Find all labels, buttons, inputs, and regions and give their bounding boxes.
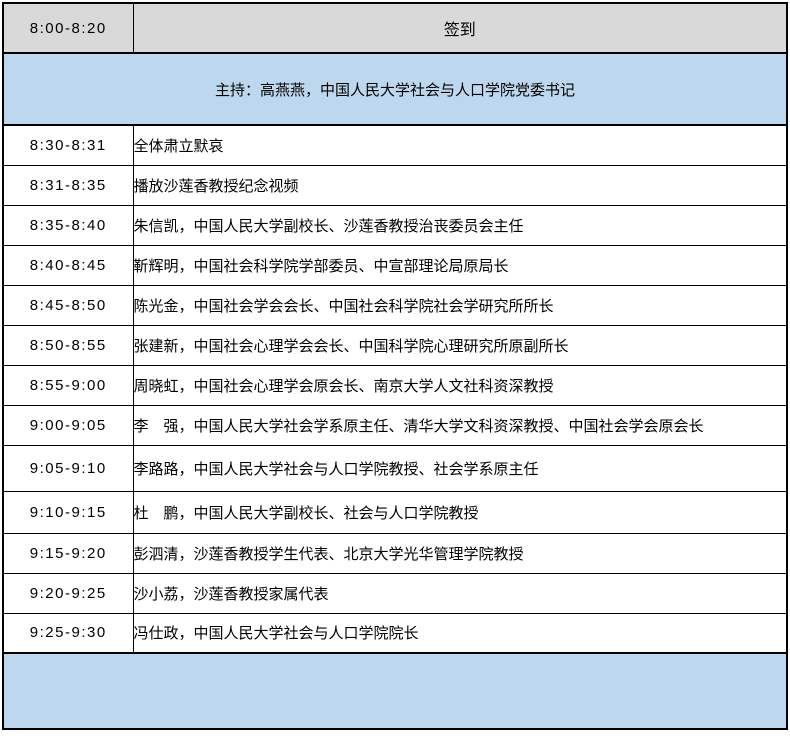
desc-cell: 朱信凯，中国人民大学副校长、沙莲香教授治丧委员会主任: [133, 205, 787, 245]
footer-spacer-row: [3, 653, 787, 729]
time-cell: 8:50-8:55: [3, 325, 133, 365]
time-cell: 8:45-8:50: [3, 285, 133, 325]
desc-cell: 靳辉明，中国社会科学院学部委员、中宣部理论局原局长: [133, 245, 787, 285]
schedule-row: 9:25-9:30 冯仕政，中国人民大学社会与人口学院院长: [3, 613, 787, 653]
time-cell: 8:30-8:31: [3, 125, 133, 165]
time-cell: 8:55-9:00: [3, 365, 133, 405]
schedule-row: 9:15-9:20 彭泗清，沙莲香教授学生代表、北京大学光华管理学院教授: [3, 533, 787, 573]
host-banner-row: 主持：高燕燕，中国人民大学社会与人口学院党委书记: [3, 53, 787, 125]
footer-spacer-cell: [3, 653, 787, 729]
schedule-row: 8:50-8:55 张建新，中国社会心理学会会长、中国科学院心理研究所原副所长: [3, 325, 787, 365]
time-cell: 8:35-8:40: [3, 205, 133, 245]
time-cell: 8:40-8:45: [3, 245, 133, 285]
schedule-row: 9:20-9:25 沙小荔，沙莲香教授家属代表: [3, 573, 787, 613]
desc-cell: 沙小荔，沙莲香教授家属代表: [133, 573, 787, 613]
desc-cell: 杜 鹏，中国人民大学副校长、社会与人口学院教授: [133, 491, 787, 533]
time-cell: 9:10-9:15: [3, 491, 133, 533]
desc-cell: 播放沙莲香教授纪念视频: [133, 165, 787, 205]
schedule-row: 8:55-9:00 周晓虹，中国社会心理学会原会长、南京大学人文社科资深教授: [3, 365, 787, 405]
desc-cell: 李 强，中国人民大学社会学系原主任、清华大学文科资深教授、中国社会学会原会长: [133, 405, 787, 445]
time-cell: 9:25-9:30: [3, 613, 133, 653]
schedule-row: 9:00-9:05 李 强，中国人民大学社会学系原主任、清华大学文科资深教授、中…: [3, 405, 787, 445]
desc-cell: 周晓虹，中国社会心理学会原会长、南京大学人文社科资深教授: [133, 365, 787, 405]
schedule-table: 8:00-8:20 签到 主持：高燕燕，中国人民大学社会与人口学院党委书记 8:…: [2, 2, 788, 730]
schedule-row: 8:31-8:35 播放沙莲香教授纪念视频: [3, 165, 787, 205]
schedule-row: 8:40-8:45 靳辉明，中国社会科学院学部委员、中宣部理论局原局长: [3, 245, 787, 285]
host-text: 主持：高燕燕，中国人民大学社会与人口学院党委书记: [3, 53, 787, 125]
desc-cell: 冯仕政，中国人民大学社会与人口学院院长: [133, 613, 787, 653]
desc-cell: 彭泗清，沙莲香教授学生代表、北京大学光华管理学院教授: [133, 533, 787, 573]
signin-label-cell: 签到: [133, 3, 787, 53]
time-cell: 9:15-9:20: [3, 533, 133, 573]
time-cell: 8:31-8:35: [3, 165, 133, 205]
signin-time-cell: 8:00-8:20: [3, 3, 133, 53]
schedule-row: 8:30-8:31 全体肃立默哀: [3, 125, 787, 165]
desc-cell: 李路路，中国人民大学社会与人口学院教授、社会学系原主任: [133, 445, 787, 491]
schedule-row: 8:35-8:40 朱信凯，中国人民大学副校长、沙莲香教授治丧委员会主任: [3, 205, 787, 245]
schedule-row: 9:10-9:15 杜 鹏，中国人民大学副校长、社会与人口学院教授: [3, 491, 787, 533]
time-cell: 9:20-9:25: [3, 573, 133, 613]
desc-cell: 全体肃立默哀: [133, 125, 787, 165]
time-cell: 9:05-9:10: [3, 445, 133, 491]
desc-cell: 张建新，中国社会心理学会会长、中国科学院心理研究所原副所长: [133, 325, 787, 365]
signin-row: 8:00-8:20 签到: [3, 3, 787, 53]
schedule-row: 8:45-8:50 陈光金，中国社会学会会长、中国社会科学院社会学研究所所长: [3, 285, 787, 325]
schedule-row: 9:05-9:10 李路路，中国人民大学社会与人口学院教授、社会学系原主任: [3, 445, 787, 491]
time-cell: 9:00-9:05: [3, 405, 133, 445]
desc-cell: 陈光金，中国社会学会会长、中国社会科学院社会学研究所所长: [133, 285, 787, 325]
